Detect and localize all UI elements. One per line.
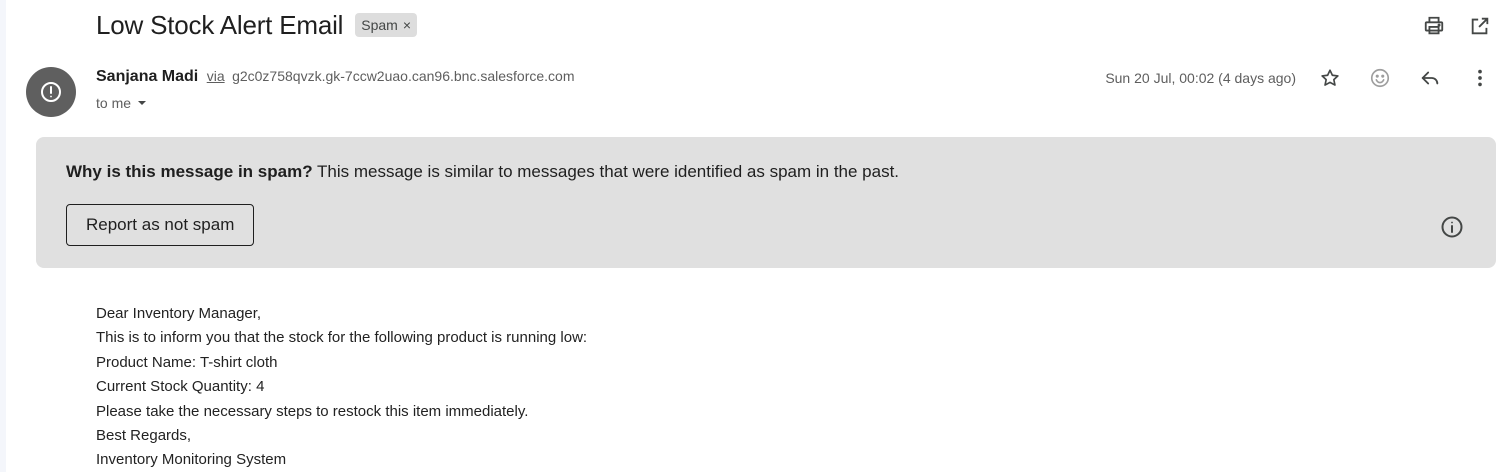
reply-icon[interactable] xyxy=(1414,64,1446,92)
sender-line: Sanjana Madi via g2c0z758qvzk.gk-7ccw2ua… xyxy=(96,68,574,86)
spam-question: Why is this message in spam? xyxy=(66,162,313,181)
body-line: This is to inform you that the stock for… xyxy=(96,329,588,347)
open-in-new-window-icon[interactable] xyxy=(1464,12,1496,40)
spam-explanation: This message is similar to messages that… xyxy=(317,162,900,181)
chevron-down-icon xyxy=(138,101,147,105)
email-subject: Low Stock Alert Email xyxy=(96,9,344,40)
spam-warning-banner: Why is this message in spam? This messag… xyxy=(36,137,1496,268)
recipients-toggle[interactable]: to me xyxy=(96,95,147,111)
top-actions xyxy=(1418,12,1496,40)
sender-avatar[interactable] xyxy=(26,67,76,117)
email-view: Low Stock Alert Email Spam × Sanjana Mad… xyxy=(0,0,1496,472)
body-line: Product Name: T-shirt cloth xyxy=(96,353,278,371)
sender-name[interactable]: Sanjana Madi xyxy=(96,68,198,85)
spam-label-chip[interactable]: Spam × xyxy=(355,13,417,37)
emoji-reaction-icon[interactable] xyxy=(1364,64,1396,92)
star-icon[interactable] xyxy=(1314,64,1346,92)
report-not-spam-button[interactable]: Report as not spam xyxy=(66,204,255,246)
remove-label-icon[interactable]: × xyxy=(403,17,411,33)
email-date: Sun 20 Jul, 00:02 (4 days ago) xyxy=(1105,70,1296,86)
spam-reason: Why is this message in spam? This messag… xyxy=(66,162,899,182)
body-line: Current Stock Quantity: 4 xyxy=(96,378,265,396)
spam-label-text: Spam xyxy=(361,17,398,33)
via-domain: g2c0z758qvzk.gk-7ccw2uao.can96.bnc.sales… xyxy=(232,68,575,84)
body-line: Dear Inventory Manager, xyxy=(96,305,262,322)
info-icon[interactable] xyxy=(1440,215,1464,244)
message-actions xyxy=(1314,64,1496,92)
body-line: Inventory Monitoring System xyxy=(96,451,287,469)
subject-row: Low Stock Alert Email Spam × xyxy=(96,8,417,42)
to-label: to me xyxy=(96,95,132,111)
more-vert-icon[interactable] xyxy=(1464,64,1496,92)
body-line: Best Regards, xyxy=(96,427,192,445)
email-body: Dear Inventory Manager, This is to infor… xyxy=(96,302,587,472)
via-link[interactable]: via xyxy=(207,68,225,84)
print-icon[interactable] xyxy=(1418,12,1450,40)
body-line: Please take the necessary steps to resto… xyxy=(96,402,529,420)
warning-icon xyxy=(41,82,61,102)
left-rail xyxy=(0,0,6,472)
